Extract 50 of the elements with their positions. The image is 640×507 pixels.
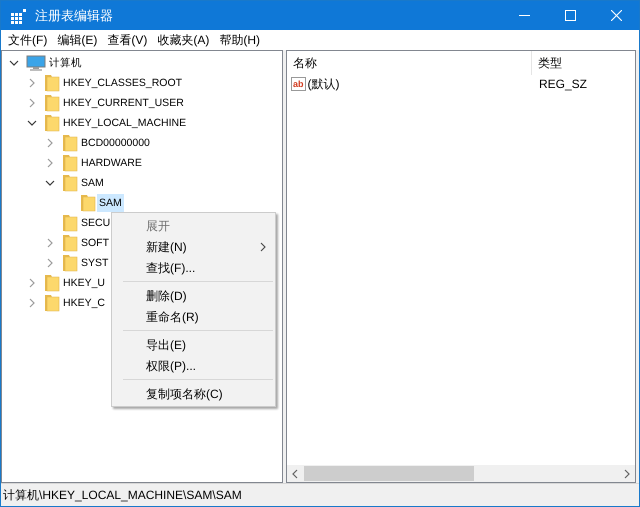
menu-item[interactable]: 重命名(R) bbox=[112, 306, 275, 327]
folder-icon bbox=[44, 74, 60, 92]
menu-item[interactable]: 复制项名称(C) bbox=[112, 383, 275, 404]
registry-icon bbox=[9, 6, 27, 24]
tree-item[interactable]: HKEY_CLASSES_ROOT bbox=[61, 74, 184, 92]
menu-item[interactable]: 帮助(H) bbox=[214, 30, 265, 50]
menu-item[interactable]: 删除(D) bbox=[112, 285, 275, 306]
status-path: 计算机\HKEY_LOCAL_MACHINE\SAM\SAM bbox=[3, 487, 242, 504]
string-value-icon: ab bbox=[291, 77, 306, 91]
tree-item[interactable]: HKEY_U bbox=[61, 274, 108, 292]
close-icon[interactable] bbox=[610, 10, 622, 21]
menu-item[interactable]: 文件(F) bbox=[3, 30, 52, 50]
folder-icon bbox=[62, 254, 78, 272]
tree-item[interactable]: HKEY_C bbox=[61, 294, 108, 312]
value-type: REG_SZ bbox=[538, 76, 588, 93]
folder-icon bbox=[44, 294, 60, 312]
folder-icon bbox=[62, 214, 78, 232]
tree-item[interactable]: SAM bbox=[79, 174, 106, 192]
window-title: 注册表编辑器 bbox=[35, 6, 113, 25]
computer-icon bbox=[26, 55, 46, 71]
tree-item[interactable]: SOFT bbox=[79, 234, 111, 252]
menu-item[interactable]: 新建(N) bbox=[112, 236, 275, 257]
maximize-icon[interactable] bbox=[564, 10, 576, 21]
scroll-thumb[interactable] bbox=[304, 466, 474, 481]
folder-icon bbox=[62, 234, 78, 252]
menu-item[interactable]: 权限(P)... bbox=[112, 355, 275, 376]
folder-icon bbox=[44, 114, 60, 132]
tree-item[interactable]: BCD00000000 bbox=[79, 134, 152, 152]
menu-item[interactable]: 查看(V) bbox=[102, 30, 152, 50]
tree-item[interactable]: HKEY_LOCAL_MACHINE bbox=[61, 114, 188, 132]
folder-icon bbox=[62, 134, 78, 152]
tree-item[interactable]: HKEY_CURRENT_USER bbox=[61, 94, 186, 112]
tree-item[interactable]: HARDWARE bbox=[79, 154, 144, 172]
value-name[interactable]: (默认) bbox=[308, 75, 340, 93]
folder-icon bbox=[44, 94, 60, 112]
tree-item[interactable]: SYST bbox=[79, 254, 110, 272]
horizontal-scrollbar[interactable] bbox=[287, 465, 635, 482]
menu-item[interactable]: 收藏夹(A) bbox=[152, 30, 214, 50]
menu-item[interactable]: 导出(E) bbox=[112, 334, 275, 355]
menu-item[interactable]: 查找(F)... bbox=[112, 257, 275, 278]
folder-icon bbox=[62, 154, 78, 172]
tree-item[interactable]: SECU bbox=[79, 214, 112, 232]
tree-item[interactable]: 计算机 bbox=[47, 54, 84, 72]
column-header[interactable]: 名称 bbox=[287, 51, 532, 75]
folder-icon bbox=[80, 194, 96, 212]
menu-item[interactable]: 编辑(E) bbox=[52, 30, 102, 50]
column-header[interactable]: 类型 bbox=[532, 54, 562, 72]
folder-icon bbox=[44, 274, 60, 292]
tree-item[interactable]: SAM bbox=[97, 194, 124, 212]
folder-icon bbox=[62, 174, 78, 192]
